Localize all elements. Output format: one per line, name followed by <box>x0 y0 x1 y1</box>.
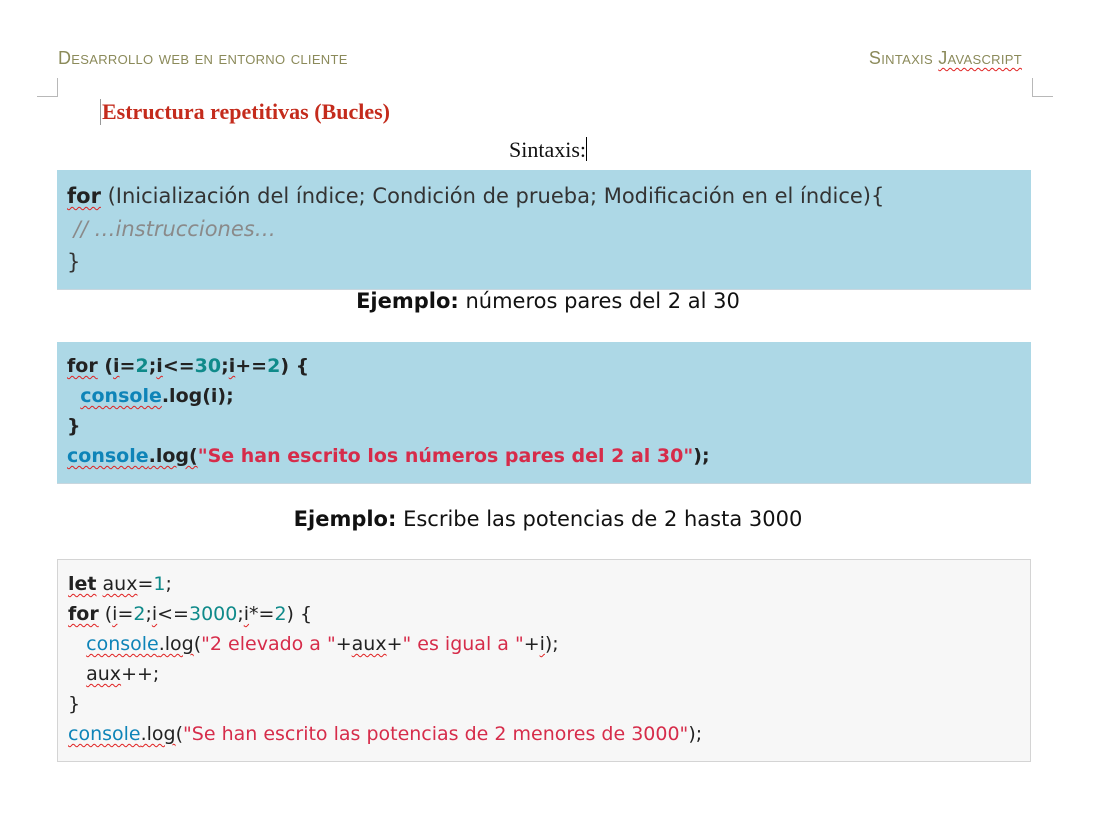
example-2-heading: Ejemplo: Escribe las potencias de 2 hast… <box>0 507 1096 531</box>
text-cursor <box>586 137 587 161</box>
ex2-num-3000: 3000 <box>188 603 238 625</box>
ex2-le: <= <box>157 603 189 625</box>
ex1-kw-for: for <box>67 355 98 377</box>
ex1-log-a: .log(i); <box>161 385 234 407</box>
kw-for: for <box>67 184 101 208</box>
ex2-indent-1 <box>68 633 86 655</box>
example-1-text: números pares del 2 al 30 <box>458 289 740 313</box>
ex1-string: "Se han escrito los números pares del 2 … <box>197 445 694 467</box>
ex2-line-1: let aux=1; <box>68 569 1030 599</box>
ex2-line-6: console.log("Se han escrito las potencia… <box>68 719 1030 749</box>
ex1-l1-d: <= <box>162 355 195 377</box>
example-1-heading: Ejemplo: números pares del 2 al 30 <box>0 289 1096 313</box>
ex2-close-call-2: ); <box>688 723 703 745</box>
ex2-var-aux-1: aux <box>102 573 138 595</box>
ex2-str-b: " es igual a " <box>402 633 524 655</box>
ex2-var-aux-2: aux <box>351 633 387 655</box>
ex1-indent <box>67 385 80 407</box>
syntax-line-1-rest: (Inicialización del índice; Condición de… <box>100 184 885 208</box>
ex2-kw-for: for <box>68 603 99 625</box>
ex2-plus-3: + <box>523 633 540 655</box>
ex2-num-2b: 2 <box>274 603 287 625</box>
ex2-kw-let: let <box>68 573 97 595</box>
ex2-mul: *= <box>249 603 275 625</box>
ex1-num-30: 30 <box>194 355 222 377</box>
ex2-incr: ++; <box>121 663 160 685</box>
sintaxis-text: Sintaxis: <box>508 137 586 162</box>
ex2-semi-1: ; <box>165 573 172 595</box>
ex1-line-3: } <box>67 415 81 437</box>
ex2-str-final: "Se han escrito las potencias de 2 menor… <box>183 723 689 745</box>
ex1-line-1: for (i=2;i<=30;i+=2) { <box>67 351 1031 381</box>
sintaxis-label[interactable]: Sintaxis: <box>0 137 1096 163</box>
ex2-eq-1: = <box>137 573 154 595</box>
example-1-label: Ejemplo: <box>356 289 459 313</box>
ex1-l1-b: = <box>119 355 136 377</box>
ex1-num-2b: 2 <box>267 355 281 377</box>
ex1-line-4: console.log("Se han escrito los números … <box>67 441 1031 471</box>
page-margin-corner-right <box>1032 78 1053 97</box>
header-right-prefix: Sintaxis <box>868 48 939 68</box>
ex2-console-1: console <box>86 633 159 655</box>
example-1-code-block: for (i=2;i<=30;i+=2) { console.log(i); }… <box>57 342 1031 484</box>
ex2-eq-2: = <box>117 603 134 625</box>
page-margin-corner-left <box>37 78 58 97</box>
example-2-code-block: let aux=1; for (i=2;i<=3000;i*=2) { cons… <box>57 559 1031 762</box>
syntax-code-block: for (Inicialización del índice; Condició… <box>57 170 1031 290</box>
ex2-dot-log-1: .log <box>158 633 194 655</box>
ex2-var-aux-3: aux <box>86 663 122 685</box>
ex2-line-3: console.log("2 elevado a "+aux+" es igua… <box>68 629 1030 659</box>
ex2-paren-2: ( <box>175 723 184 745</box>
ex2-l2-end: ) { <box>286 603 313 625</box>
ex1-l1-a: ( <box>97 355 114 377</box>
page-header-right: Sintaxis Javascript <box>869 48 1022 69</box>
section-title: Estructura repetitivas (Bucles) <box>100 99 390 125</box>
ex2-line-5: } <box>68 693 81 715</box>
syntax-line-1: for (Inicialización del índice; Condició… <box>67 180 1031 213</box>
page-header-left: Desarrollo web en entorno cliente <box>58 48 348 68</box>
ex1-line-2: console.log(i); <box>67 381 1031 411</box>
ex1-console-1: console <box>80 385 162 407</box>
ex1-num-2: 2 <box>135 355 149 377</box>
ex2-str-a: "2 elevado a " <box>201 633 336 655</box>
ex2-close-call-1: ); <box>544 633 559 655</box>
example-2-text: Escribe las potencias de 2 hasta 3000 <box>396 507 803 531</box>
ex2-plus-2: + <box>386 633 403 655</box>
ex1-log-b: .log( <box>148 445 198 467</box>
ex2-console-2: console <box>68 723 141 745</box>
syntax-line-3: } <box>67 250 81 274</box>
ex1-l1-e: ; <box>221 355 229 377</box>
ex2-num-1: 1 <box>153 573 166 595</box>
ex2-plus-1: + <box>335 633 352 655</box>
ex2-num-2: 2 <box>133 603 146 625</box>
ex2-dot-log-2: .log <box>140 723 176 745</box>
ex1-l1-g: ) { <box>280 355 310 377</box>
ex2-l2-a: ( <box>98 603 113 625</box>
ex1-end: ); <box>693 445 710 467</box>
ex2-indent-2 <box>68 663 86 685</box>
ex2-line-2: for (i=2;i<=3000;i*=2) { <box>68 599 1030 629</box>
syntax-line-2: // …instrucciones… <box>67 217 276 241</box>
ex1-console-2: console <box>67 445 149 467</box>
ex2-line-4: aux++; <box>68 659 1030 689</box>
example-2-label: Ejemplo: <box>293 507 397 531</box>
ex1-l1-f: += <box>235 355 268 377</box>
header-right-word: Javascript <box>938 48 1022 68</box>
